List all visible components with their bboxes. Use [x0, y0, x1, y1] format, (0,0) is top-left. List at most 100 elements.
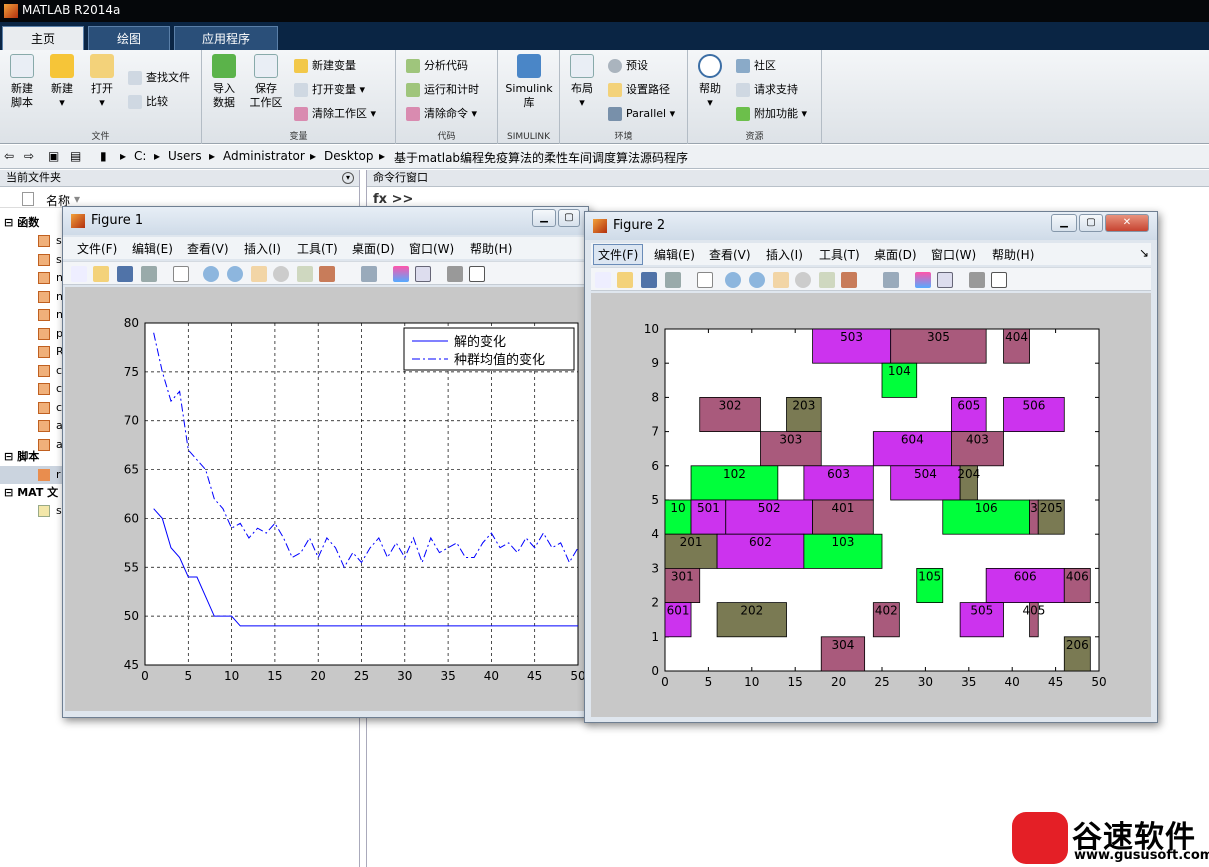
show-plot-tools-icon[interactable] — [469, 266, 485, 282]
breadcrumb-administrator[interactable]: Administrator — [223, 149, 305, 163]
import-data-button[interactable]: 导入 数据 — [204, 54, 244, 110]
menu-edit[interactable]: 编辑(E) — [654, 246, 695, 263]
run-and-time-button[interactable]: 运行和计时 — [406, 80, 479, 100]
menu-desktop[interactable]: 桌面(D) — [874, 246, 917, 263]
breadcrumb-desktop[interactable]: Desktop — [324, 149, 374, 163]
x-tick-label: 40 — [1005, 675, 1020, 689]
up-folder-icon[interactable]: ▣ — [48, 149, 59, 163]
menu-edit[interactable]: 编辑(E) — [132, 240, 173, 257]
compare-button[interactable]: 比较 — [128, 92, 168, 112]
link-plot-icon[interactable] — [361, 266, 377, 282]
menu-window[interactable]: 窗口(W) — [409, 240, 454, 257]
help-button[interactable]: 帮助 ▾ — [690, 54, 730, 110]
save-workspace-button[interactable]: 保存 工作区 — [246, 54, 286, 110]
legend-icon[interactable] — [415, 266, 431, 282]
legend-icon[interactable] — [937, 272, 953, 288]
parallel-button[interactable]: Parallel ▾ — [608, 104, 675, 124]
menu-insert[interactable]: 插入(I) — [244, 240, 281, 257]
set-path-button[interactable]: 设置路径 — [608, 80, 670, 100]
layout-button[interactable]: 布局 ▾ — [562, 54, 602, 110]
figure-2-titlebar[interactable]: Figure 2 ▁ ▢ ✕ — [585, 212, 1157, 240]
pan-hand-icon[interactable] — [773, 272, 789, 288]
add-ons-button[interactable]: 附加功能 ▾ — [736, 104, 807, 124]
menu-view[interactable]: 查看(V) — [709, 246, 751, 263]
panel-options-icon[interactable]: ▾ — [342, 172, 354, 184]
hide-plot-tools-icon[interactable] — [969, 272, 985, 288]
menu-file[interactable]: 文件(F) — [77, 240, 117, 257]
zoom-out-icon[interactable] — [749, 272, 765, 288]
clear-workspace-button[interactable]: 清除工作区 ▾ — [294, 104, 376, 124]
hide-plot-tools-icon[interactable] — [447, 266, 463, 282]
tab-plots[interactable]: 绘图 — [88, 26, 170, 50]
new-figure-icon[interactable] — [71, 266, 87, 282]
pointer-icon[interactable] — [697, 272, 713, 288]
maximize-button[interactable]: ▢ — [558, 209, 580, 227]
zoom-in-icon[interactable] — [725, 272, 741, 288]
breadcrumb-c[interactable]: C: — [134, 149, 146, 163]
data-cursor-icon[interactable] — [297, 266, 313, 282]
request-support-button[interactable]: 请求支持 — [736, 80, 798, 100]
menu-view[interactable]: 查看(V) — [187, 240, 229, 257]
link-plot-icon[interactable] — [883, 272, 899, 288]
m-file-icon — [38, 383, 50, 395]
figure-1-titlebar[interactable]: Figure 1 ▁ ▢ — [63, 207, 588, 235]
minimize-button[interactable]: ▁ — [1051, 214, 1077, 232]
back-arrow-icon[interactable]: ⇦ — [4, 149, 14, 163]
group-functions[interactable]: ⊟ 函数 — [0, 214, 39, 232]
menu-help[interactable]: 帮助(H) — [470, 240, 512, 257]
x-tick-label: 5 — [184, 669, 192, 683]
gantt-bar-label: 104 — [888, 364, 911, 378]
zoom-in-icon[interactable] — [203, 266, 219, 282]
preferences-button[interactable]: 预设 — [608, 56, 648, 76]
forward-arrow-icon[interactable]: ⇨ — [24, 149, 34, 163]
pointer-icon[interactable] — [173, 266, 189, 282]
group-mat-files[interactable]: ⊟ MAT 文 — [0, 484, 58, 502]
breadcrumb-users[interactable]: Users — [168, 149, 202, 163]
rotate-icon[interactable] — [795, 272, 811, 288]
show-plot-tools-icon[interactable] — [991, 272, 1007, 288]
new-variable-button[interactable]: 新建变量 — [294, 56, 356, 76]
colorbar-icon[interactable] — [393, 266, 409, 282]
new-button[interactable]: 新建 ▾ — [42, 54, 82, 110]
dock-arrow-icon[interactable]: ↘ — [1139, 246, 1149, 260]
breadcrumb-project-folder[interactable]: 基于matlab编程免疫算法的柔性车间调度算法源码程序 — [394, 149, 688, 166]
simulink-library-button[interactable]: Simulink 库 — [503, 54, 555, 110]
community-button[interactable]: 社区 — [736, 56, 776, 76]
minimize-button[interactable]: ▁ — [532, 209, 556, 227]
data-cursor-icon[interactable] — [819, 272, 835, 288]
open-variable-button[interactable]: 打开变量 ▾ — [294, 80, 365, 100]
menu-desktop[interactable]: 桌面(D) — [352, 240, 395, 257]
new-script-button[interactable]: 新建 脚本 — [2, 54, 42, 110]
zoom-out-icon[interactable] — [227, 266, 243, 282]
menu-window[interactable]: 窗口(W) — [931, 246, 976, 263]
open-file-icon[interactable] — [617, 272, 633, 288]
menu-insert[interactable]: 插入(I) — [766, 246, 803, 263]
open-file-icon[interactable] — [93, 266, 109, 282]
pan-hand-icon[interactable] — [251, 266, 267, 282]
group-scripts[interactable]: ⊟ 脚本 — [0, 448, 39, 466]
brush-icon[interactable] — [319, 266, 335, 282]
save-icon[interactable] — [117, 266, 133, 282]
rotate-icon[interactable] — [273, 266, 289, 282]
command-prompt[interactable]: fx >> — [373, 192, 413, 207]
print-icon[interactable] — [665, 272, 681, 288]
save-icon[interactable] — [641, 272, 657, 288]
brush-icon[interactable] — [841, 272, 857, 288]
menu-tools[interactable]: 工具(T) — [297, 240, 338, 257]
open-button[interactable]: 打开 ▾ — [82, 54, 122, 110]
print-icon[interactable] — [141, 266, 157, 282]
x-tick-label: 15 — [267, 669, 282, 683]
menu-tools[interactable]: 工具(T) — [819, 246, 860, 263]
colorbar-icon[interactable] — [915, 272, 931, 288]
clear-commands-button[interactable]: 清除命令 ▾ — [406, 104, 477, 124]
find-files-button[interactable]: 查找文件 — [128, 68, 190, 88]
menu-file[interactable]: 文件(F) — [593, 244, 644, 265]
tab-home[interactable]: 主页 — [2, 26, 84, 50]
maximize-button[interactable]: ▢ — [1079, 214, 1103, 232]
new-figure-icon[interactable] — [595, 272, 611, 288]
analyze-code-button[interactable]: 分析代码 — [406, 56, 468, 76]
close-button[interactable]: ✕ — [1105, 214, 1149, 232]
browse-folder-icon[interactable]: ▤ — [70, 149, 81, 163]
menu-help[interactable]: 帮助(H) — [992, 246, 1034, 263]
tab-apps[interactable]: 应用程序 — [174, 26, 278, 50]
